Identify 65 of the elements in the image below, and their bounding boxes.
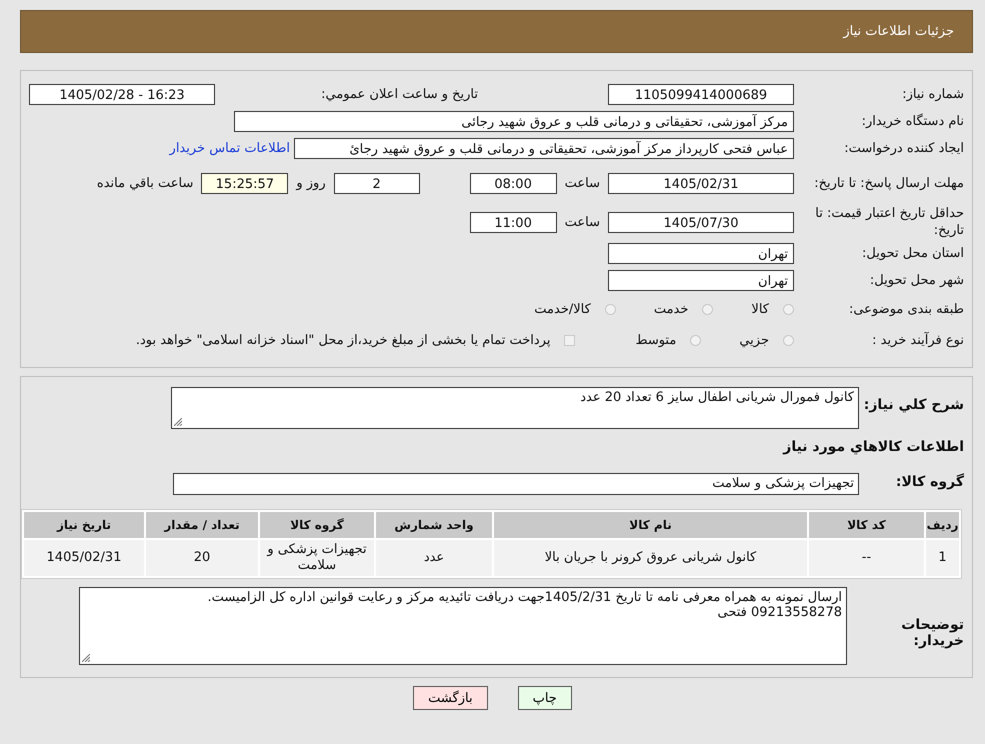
remaining-time-field[interactable]: 15:25:57 [201, 172, 288, 194]
option-label: کالا [751, 302, 769, 317]
column-header: واحد شمارش [376, 512, 492, 538]
table-cell: 1 [926, 540, 959, 576]
radio-button[interactable] [783, 304, 794, 315]
province-field[interactable]: تهران [608, 243, 794, 264]
section-heading: اطلاعات كالاهاي مورد نياز [782, 439, 964, 455]
column-header: ردیف [926, 512, 959, 538]
buyer-notes-field[interactable]: ارسال نمونه به همراه معرفی نامه تا تاریخ 1405/2/31جهت دریافت تائیدیه مرکز و رعایت قوانین اداره کل الزامیست. 09213558278 فتحی [79, 587, 847, 665]
column-header: نام کالا [494, 512, 807, 538]
field-label: تاریخ و ساعت اعلان عمومي: [320, 87, 478, 102]
days-label: روز و [296, 176, 326, 190]
field-label: شهر محل تحویل: [868, 273, 964, 288]
city-field[interactable]: تهران [608, 270, 794, 291]
field-label: شماره نیاز: [901, 87, 964, 102]
option-label: جزيي [739, 333, 769, 348]
page-title: جزئیات اطلاعات نیاز [843, 24, 954, 39]
field-label: حداقل تاریخ اعتبار قیمت: تا تاریخ: [814, 205, 964, 239]
announce-date-field[interactable]: 1405/02/28 - 16:23 [29, 84, 215, 105]
radio-button[interactable] [604, 304, 616, 315]
field-label: گروه کالا: [894, 472, 964, 490]
checkbox[interactable] [564, 335, 576, 346]
need-number-field[interactable]: 1105099414000689 [608, 84, 794, 105]
time-label: ساعت [564, 214, 600, 230]
table-cell: تجهیزات پزشکی و سلامت [260, 540, 374, 576]
table-cell: 20 [146, 540, 258, 576]
column-header: کد کالا [809, 512, 924, 538]
validity-time-field[interactable]: 11:00 [470, 212, 557, 232]
validity-date-field[interactable]: 1405/07/30 [608, 212, 794, 232]
time-label: ساعت [564, 176, 600, 190]
option-label: پرداخت تمام یا بخشی از مبلغ خرید،از محل "اسناد خزانه اسلامی" خواهد بود. [136, 333, 550, 348]
field-label: نام دستگاه خریدار: [860, 114, 964, 129]
deadline-date-field[interactable]: 1405/02/31 [608, 172, 794, 194]
field-label: نوع فرآیند خرید : [871, 333, 964, 348]
buyer-org-field[interactable]: مرکز آموزشی، تحقیقاتی و درمانی قلب و عروق شهید رجائی [234, 111, 794, 132]
deadline-time-field[interactable]: 08:00 [470, 172, 557, 194]
goods-group-field[interactable]: تجهیزات پزشکی و سلامت [173, 473, 859, 495]
table-cell: 1405/02/31 [24, 540, 144, 576]
column-header: گروه کالا [260, 512, 374, 538]
print-button[interactable]: چاپ [518, 686, 572, 710]
field-label: ایجاد کننده درخواست: [843, 141, 964, 156]
field-label: توضیحات خریدار: [900, 616, 964, 649]
radio-button[interactable] [690, 335, 702, 346]
buyer-contact-link[interactable]: اطلاعات تماس خریدار [170, 141, 290, 156]
requester-field[interactable]: عباس فتحی کارپرداز مرکز آموزشی، تحقیقاتی و درمانی قلب و عروق شهید رجائ [294, 138, 794, 159]
option-label: خدمت [654, 302, 688, 317]
resize-grip-icon[interactable] [82, 654, 90, 662]
back-button[interactable]: بازگشت [413, 686, 488, 710]
field-label: استان محل تحویل: [861, 246, 964, 261]
field-label: مهلت ارسال پاسخ: تا تاریخ: [813, 174, 964, 192]
option-label: متوسط [635, 333, 676, 348]
description-field[interactable]: کانول فمورال شریانی اطفال سایز 6 تعداد 20 عدد [171, 387, 859, 429]
remaining-label: ساعت باقي مانده [96, 176, 194, 190]
option-label: کالا/خدمت [534, 302, 591, 317]
field-label: طبقه بندی موضوعی: [848, 302, 964, 317]
radio-button[interactable] [702, 304, 714, 315]
resize-grip-icon[interactable] [174, 418, 182, 426]
radio-button[interactable] [783, 335, 794, 346]
table-cell: کانول شریانی عروق کرونر با جریان بالا [494, 540, 807, 576]
table-cell: -- [809, 540, 924, 576]
column-header: تاریخ نیاز [24, 512, 144, 538]
table-cell: عدد [376, 540, 492, 576]
column-header: تعداد / مقدار [146, 512, 258, 538]
days-field[interactable]: 2 [334, 172, 420, 194]
field-label: شرح كلي نياز: [862, 396, 964, 413]
